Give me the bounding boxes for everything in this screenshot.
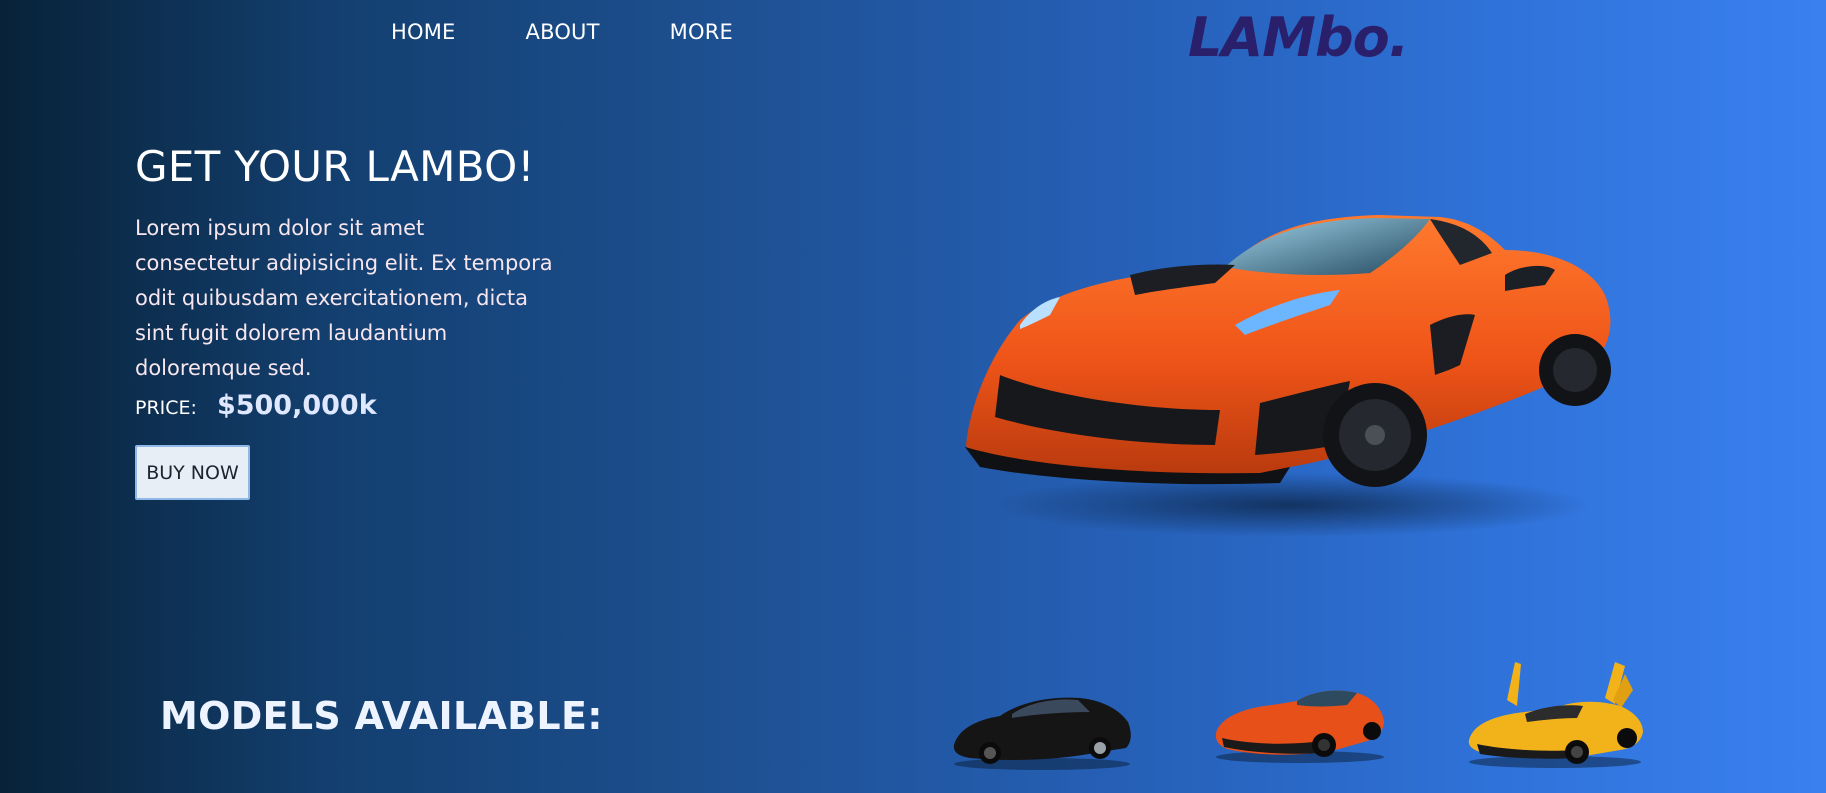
hero-section: GET YOUR LAMBO! Lorem ipsum dolor sit am… xyxy=(135,142,555,500)
orange-sports-car-icon[interactable] xyxy=(1212,683,1387,765)
nav-home-link[interactable]: HOME xyxy=(391,20,456,44)
models-title: MODELS AVAILABLE: xyxy=(160,694,603,738)
yellow-supercar-icon[interactable] xyxy=(1465,660,1645,770)
main-nav: HOME ABOUT MORE xyxy=(391,20,733,44)
brand-logo[interactable]: LAMbo. xyxy=(1188,6,1409,69)
hero-car-image xyxy=(965,215,1611,537)
black-sports-car-icon[interactable] xyxy=(950,690,1135,772)
nav-about-link[interactable]: ABOUT xyxy=(526,20,600,44)
nav-more-link[interactable]: MORE xyxy=(670,20,733,44)
buy-now-button[interactable]: BUY NOW xyxy=(135,445,250,500)
price-row: PRICE: $500,000k xyxy=(135,390,555,421)
hero-title: GET YOUR LAMBO! xyxy=(135,142,535,191)
price-label: PRICE: xyxy=(135,397,197,419)
price-value: $500,000k xyxy=(216,390,377,421)
hero-description: Lorem ipsum dolor sit amet consectetur a… xyxy=(135,216,553,380)
